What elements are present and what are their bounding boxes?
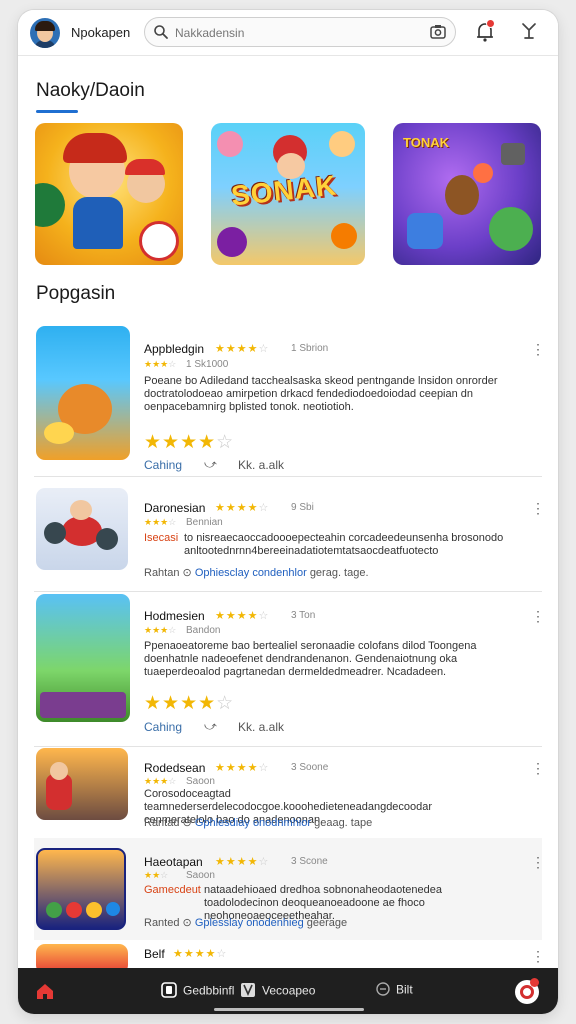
share-icon[interactable]: ⤻ <box>204 719 217 734</box>
small-rating-stars: ★★★☆ <box>144 359 177 369</box>
app-name: Belf <box>144 947 165 961</box>
more-options-icon[interactable]: ⋮ <box>531 342 545 356</box>
nav-item-3[interactable]: Bilt <box>376 982 413 999</box>
rating-stars: ★★★★☆ <box>215 762 270 774</box>
bookmark-icon <box>240 982 256 1001</box>
rating-count: 1 Sbrion <box>291 343 329 354</box>
app-description: Poeane bo Adiledand tacchealsaska skeod … <box>144 375 498 413</box>
rating-count: 3 Ton <box>291 610 316 621</box>
clock-icon <box>376 982 390 999</box>
rating-count: 3 Scone <box>291 856 328 867</box>
list-item[interactable]: Rodedsean ★★★★☆ 3 Soone ★★★☆ Saoon Coros… <box>34 746 545 838</box>
settings-icon[interactable] <box>519 21 539 46</box>
nav-item-1-label: Gedbbinfl <box>183 983 235 998</box>
app-name: Rodedsean <box>144 761 206 775</box>
search-placeholder: Nakkadensin <box>175 26 245 40</box>
app-category: Cahing <box>144 458 183 472</box>
featured-card-1[interactable] <box>35 123 183 265</box>
more-options-icon[interactable]: ⋮ <box>531 609 545 623</box>
app-thumbnail <box>36 488 128 570</box>
app-name: Hodmesien <box>144 609 205 623</box>
list-item[interactable]: Appbledgin ★★★★☆ 1 Sbrion ★★★☆ 1 Sk1000 … <box>34 322 545 474</box>
app-thumbnail <box>36 748 128 820</box>
more-options-icon[interactable]: ⋮ <box>531 501 545 515</box>
profile-icon[interactable] <box>515 978 539 1004</box>
featured-card-3-title: TONAK <box>403 135 449 150</box>
app-window: Npokapen Nakkadensin Naoky/Daoin SONAK T… <box>18 10 558 1014</box>
list-item[interactable]: Haeotapan ★★★★☆ 3 Scone ★★☆ Saoon Gamecd… <box>34 838 545 940</box>
list-item[interactable]: Belf ★★★★☆ ⋮ <box>34 942 545 974</box>
search-icon <box>153 24 169 45</box>
large-rating-stars: ★★★★☆ <box>144 432 235 453</box>
home-icon[interactable] <box>36 982 54 1005</box>
app-meta: Rantad ⊙ Gphlesdiay onodnmhior geaag. ta… <box>144 817 373 829</box>
rating-stars: ★★★★☆ <box>215 502 270 514</box>
rating-stars: ★★★★☆ <box>215 610 270 622</box>
nav-item-3-label: Bilt <box>396 982 413 997</box>
more-options-icon[interactable]: ⋮ <box>531 761 545 775</box>
camera-icon[interactable] <box>429 24 447 45</box>
app-subtitle: Bennian <box>186 517 223 528</box>
home-indicator <box>214 1008 364 1011</box>
app-subtitle: Saoon <box>186 776 215 787</box>
divider <box>34 476 542 477</box>
small-rating-stars: ★★★☆ <box>144 776 177 786</box>
nav-item-2-label: Vecoapeo <box>262 983 316 998</box>
share-icon[interactable]: ⤻ <box>204 457 217 472</box>
app-size: Kk. a.alk <box>238 458 285 472</box>
app-thumbnail <box>36 594 130 722</box>
app-subtitle: Saoon <box>186 870 215 881</box>
nav-item-2[interactable]: Vecoapeo <box>240 982 315 1001</box>
top-bar: Npokapen Nakkadensin <box>18 10 558 56</box>
section-underline <box>36 110 78 113</box>
app-title: Npokapen <box>71 25 131 40</box>
featured-card-2-title: SONAK <box>229 169 339 212</box>
app-subtitle: 1 Sk1000 <box>186 359 229 370</box>
rating-stars: ★★★★☆ <box>173 948 228 960</box>
bottom-navigation: Gedbbinfl Vecoapeo Bilt <box>18 968 558 1014</box>
list-item[interactable]: Daronesian ★★★★☆ 9 Sbi ★★★☆ Bennian Isec… <box>34 484 545 584</box>
app-name: Haeotapan <box>144 855 203 869</box>
rating-count: 3 Soone <box>291 762 329 773</box>
app-description: to nisreaecaoccadoooepecteahin corcadeed… <box>184 532 504 557</box>
app-category: Cahing <box>144 720 183 734</box>
small-rating-stars: ★★★☆ <box>144 517 177 527</box>
featured-card-3[interactable]: TONAK <box>393 123 541 265</box>
description-highlight: Isecasi <box>144 532 179 544</box>
more-options-icon[interactable]: ⋮ <box>531 949 545 963</box>
app-thumbnail <box>36 326 130 460</box>
more-options-icon[interactable]: ⋮ <box>531 855 545 869</box>
small-rating-stars: ★★★☆ <box>144 625 177 635</box>
small-rating-stars: ★★☆ <box>144 870 169 880</box>
app-subtitle: Bandon <box>186 625 221 636</box>
nav-item-1[interactable]: Gedbbinfl <box>161 982 234 1001</box>
featured-section-title: Naoky/Daoin <box>36 80 145 101</box>
app-meta: Rahtan ⊙ Ophiesclay condenhlor gerag. ta… <box>144 567 369 579</box>
notification-badge <box>486 19 495 28</box>
rating-stars: ★★★★☆ <box>215 856 270 868</box>
list-item[interactable]: Hodmesien ★★★★☆ 3 Ton ★★★☆ Bandon Ppenao… <box>34 592 545 742</box>
app-name: Daronesian <box>144 501 206 515</box>
app-name: Appbledgin <box>144 342 205 356</box>
rating-stars: ★★★★☆ <box>215 343 270 355</box>
popular-section-title: Popgasin <box>36 283 116 304</box>
app-size: Kk. a.alk <box>238 720 285 734</box>
search-input[interactable]: Nakkadensin <box>144 17 456 47</box>
large-rating-stars: ★★★★☆ <box>144 693 235 714</box>
grid-icon <box>161 982 177 1001</box>
avatar[interactable] <box>30 18 60 48</box>
description-highlight: Gamecdeut <box>144 884 201 896</box>
app-thumbnail <box>36 848 126 930</box>
notification-icon[interactable] <box>476 19 495 47</box>
rating-count: 9 Sbi <box>291 502 314 513</box>
app-meta: Ranted ⊙ Gplesslay onodenhieg geerage <box>144 917 348 929</box>
app-description: Ppenaoeatoreme bao bertealiel seronaadie… <box>144 640 477 678</box>
featured-card-2[interactable]: SONAK <box>211 123 365 265</box>
